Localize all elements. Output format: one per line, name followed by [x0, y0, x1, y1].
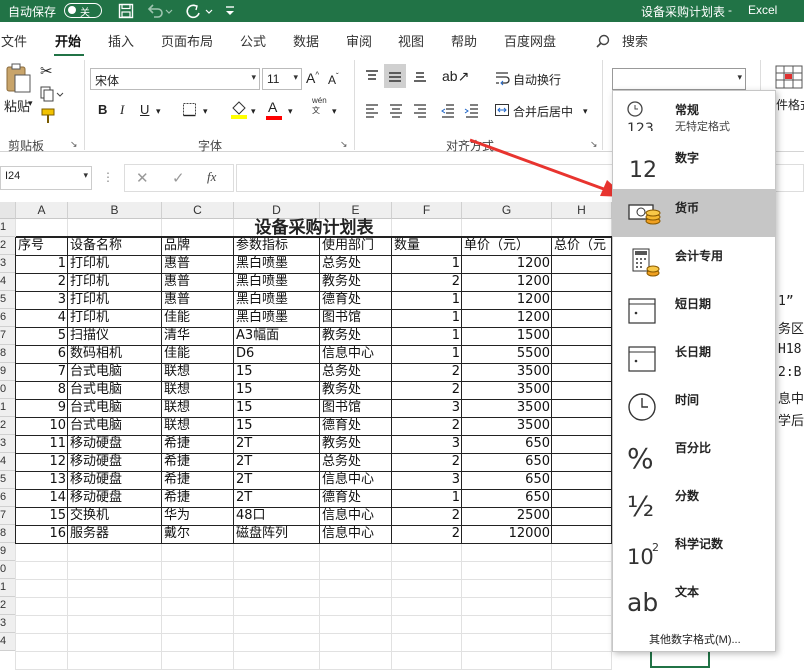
svg-text:12: 12 — [629, 158, 657, 179]
calendar-icon — [628, 298, 656, 324]
format-number[interactable]: 12 数字 — [613, 139, 775, 187]
format-time[interactable]: 时间 — [613, 381, 775, 429]
scientific-icon: 102 — [627, 541, 659, 565]
svg-text:2: 2 — [652, 541, 659, 554]
text-format-icon: ab — [627, 588, 658, 613]
excel-window: 自动保存 关 设备采购计划表 - Excel 文件 开始 插入 页面布局 公式 … — [0, 0, 804, 670]
format-fraction[interactable]: ½ 分数 — [613, 477, 775, 525]
more-number-formats[interactable]: 其他数字格式(M)... — [649, 631, 741, 647]
format-accounting[interactable]: 会计专用 — [613, 237, 775, 285]
format-text[interactable]: ab 文本 — [613, 573, 775, 621]
format-scientific[interactable]: 10 2 科学记数 — [613, 525, 775, 573]
general-format-icon: 123 — [627, 101, 654, 131]
accounting-icon — [632, 248, 660, 277]
svg-text:123: 123 — [627, 121, 654, 131]
number-format-icon: 12 — [629, 158, 657, 179]
format-general[interactable]: 123 常规 无特定格式 — [613, 91, 775, 139]
currency-icon — [628, 204, 661, 225]
percent-icon: % — [627, 442, 654, 469]
format-long-date[interactable]: 长日期 — [613, 333, 775, 381]
calendar-icon — [628, 346, 656, 372]
svg-text:%: % — [627, 442, 654, 469]
format-currency[interactable]: 货币 — [613, 189, 775, 237]
svg-text:ab: ab — [627, 588, 658, 613]
format-percentage[interactable]: % 百分比 — [613, 429, 775, 477]
svg-text:10: 10 — [627, 545, 654, 565]
format-short-date[interactable]: 短日期 — [613, 285, 775, 333]
number-format-dropdown: 123 常规 无特定格式 12 数字 货币 会计专用 短日期 长日期 时间 % … — [612, 90, 776, 652]
clock-icon — [628, 393, 656, 421]
svg-text:½: ½ — [627, 490, 654, 517]
fraction-icon: ½ — [627, 490, 654, 517]
